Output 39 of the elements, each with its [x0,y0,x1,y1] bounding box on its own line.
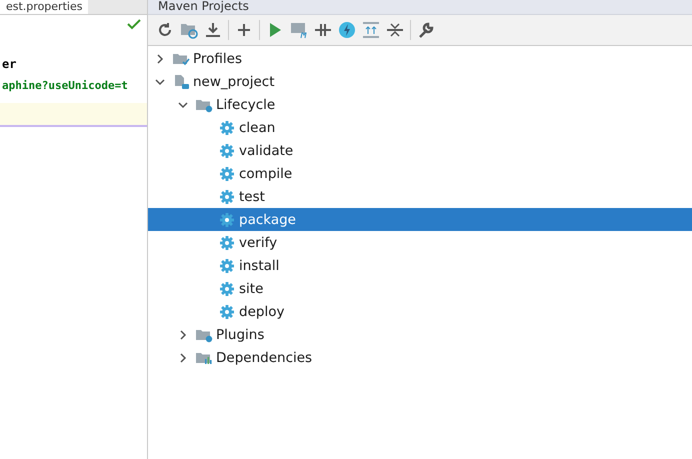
code-line: er [1,56,18,73]
tree-item[interactable]: Dependencies [148,346,692,369]
gear-icon [218,234,236,250]
tree-item[interactable]: clean [148,116,692,139]
toggle-icon[interactable] [314,21,332,39]
gear-icon [218,120,236,136]
folder-icon[interactable] [180,21,198,39]
download-icon[interactable] [204,21,222,39]
collapse-icon[interactable] [386,21,404,39]
tree-item[interactable]: Profiles [148,47,692,70]
gear-icon [218,166,236,182]
plus-icon[interactable] [235,21,253,39]
gear-icon [218,142,236,158]
tree-item[interactable]: verify [148,231,692,254]
gear-icon [218,304,236,320]
gear-icon [218,280,236,296]
tree-item[interactable]: package [148,208,692,231]
tree-item[interactable]: Lifecycle [148,93,692,116]
check-icon [127,19,141,31]
lightning-icon[interactable] [338,21,356,39]
window-icon[interactable] [290,21,308,39]
expand-icon[interactable] [362,21,380,39]
tree-item[interactable]: deploy [148,300,692,323]
file-icon [172,74,190,90]
tree-item[interactable]: test [148,185,692,208]
tree-item[interactable]: site [148,277,692,300]
refresh-icon[interactable] [156,21,174,39]
tree-item[interactable]: new_project [148,70,692,93]
wrench-icon[interactable] [417,21,435,39]
tree-item[interactable]: install [148,254,692,277]
tree-item[interactable]: compile [148,162,692,185]
code-line: aphine?useUnicode=t [1,78,129,94]
tree-item[interactable]: Plugins [148,323,692,346]
panel-title: Maven Projects [148,0,692,15]
gear-icon [218,212,236,228]
gear-icon [218,188,236,204]
editor-tab[interactable]: est.properties [0,0,88,14]
tree-item[interactable]: validate [148,139,692,162]
gear-icon [218,258,236,274]
